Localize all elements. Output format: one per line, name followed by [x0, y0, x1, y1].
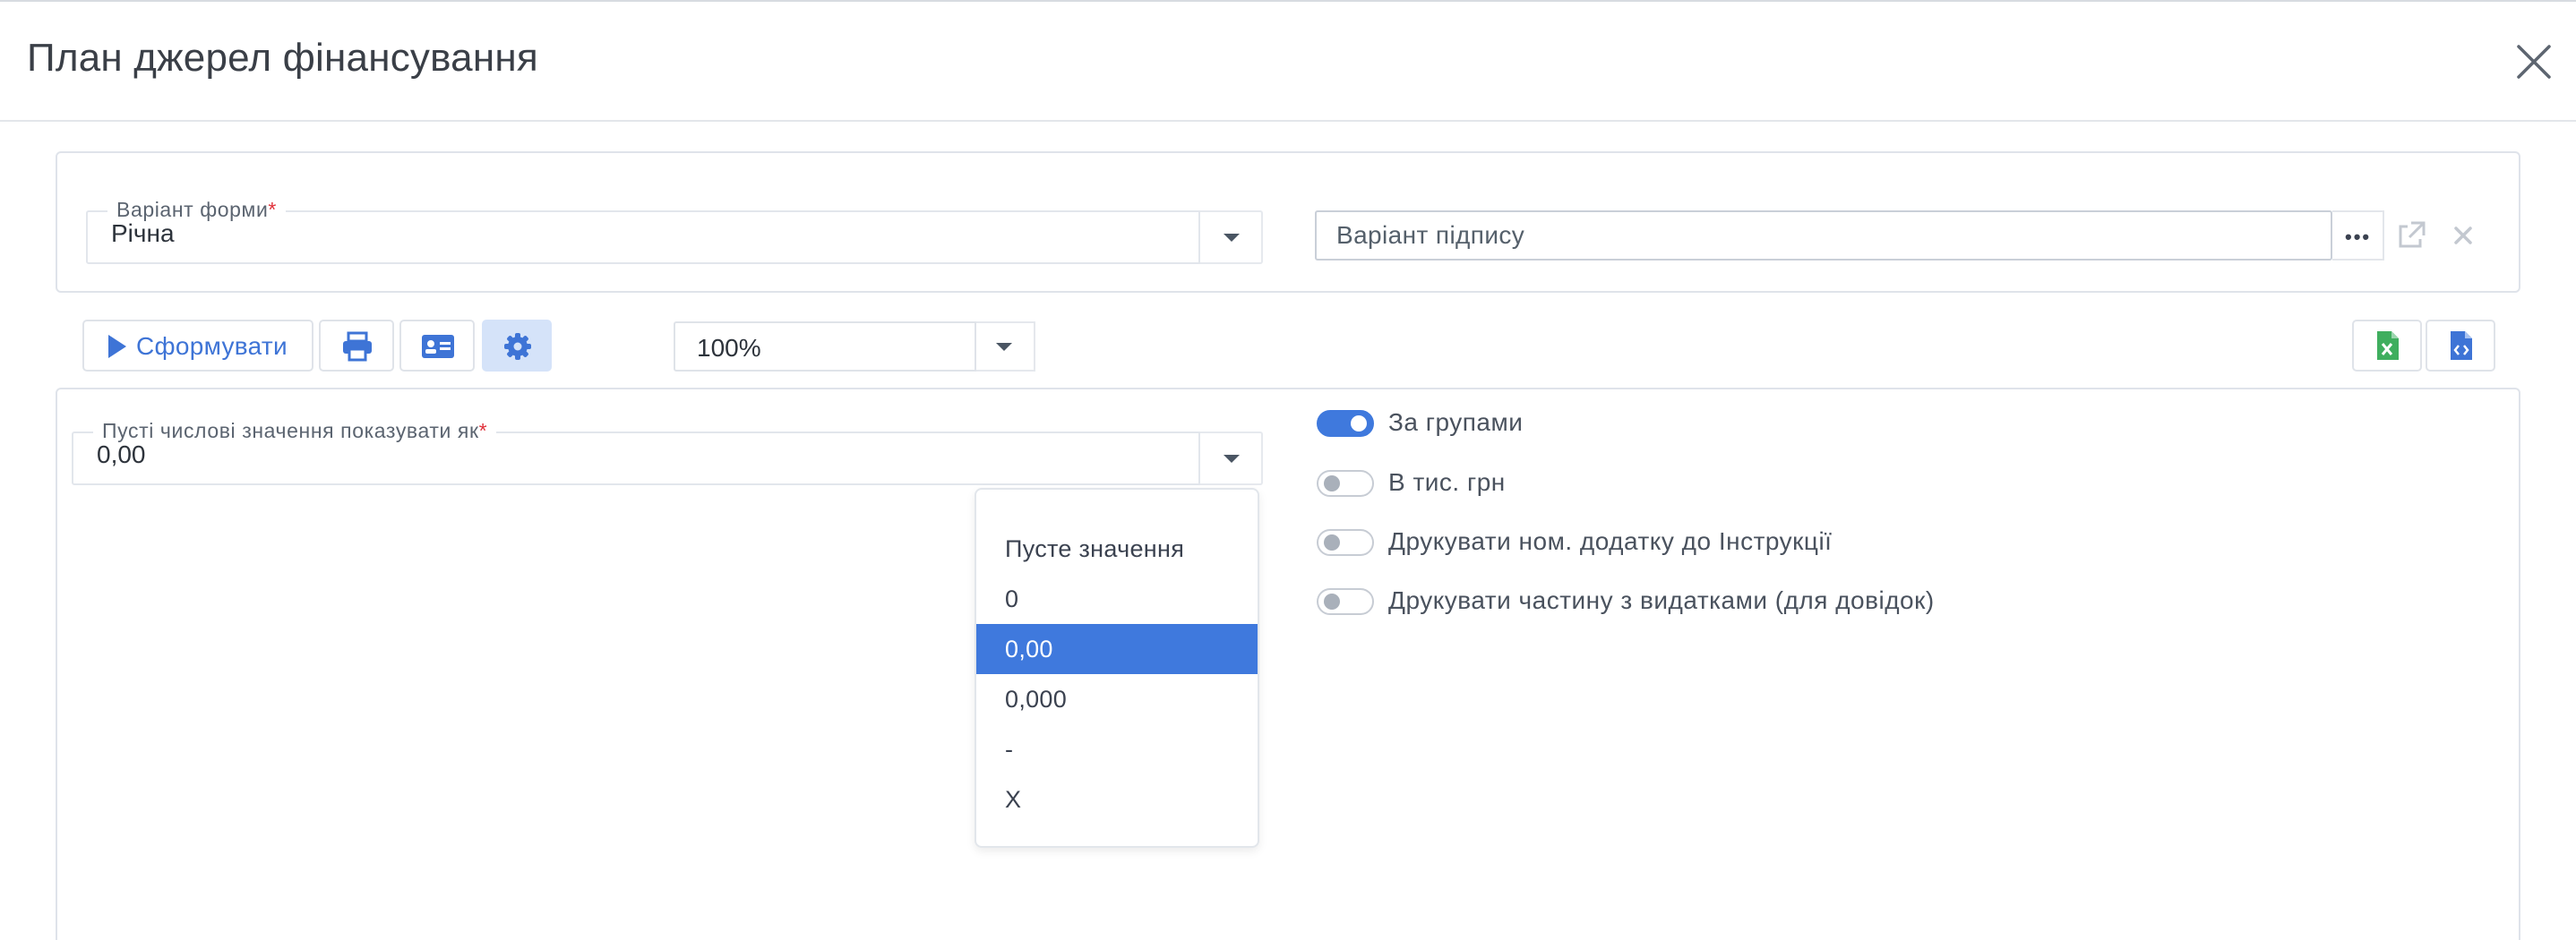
form-variant-label: Варіант форми*	[107, 198, 286, 222]
zoom-dropdown-button[interactable]	[976, 321, 1035, 372]
signature-clear-button[interactable]	[2438, 210, 2488, 261]
id-card-icon	[422, 335, 454, 358]
excel-file-icon	[2377, 331, 2399, 360]
toggle-label: За групами	[1388, 408, 1524, 436]
form-variant-label-text: Варіант форми	[116, 198, 269, 221]
chevron-down-icon	[1224, 234, 1240, 242]
dialog-header: План джерел фінансування	[0, 2, 2576, 122]
empty-values-dropdown-list: Пусте значення 0 0,00 0,000 - X	[975, 488, 1259, 848]
empty-values-dropdown-button[interactable]	[1200, 432, 1263, 485]
open-external-icon	[2399, 221, 2426, 248]
toggle-knob	[1351, 415, 1367, 432]
zoom-value: 100%	[697, 334, 761, 362]
empty-values-label-text: Пусті числові значення показувати як	[102, 419, 479, 442]
generate-button[interactable]: Сформувати	[82, 320, 313, 372]
empty-values-field[interactable]: Пусті числові значення показувати як* 0,…	[72, 419, 1200, 485]
dialog-title: План джерел фінансування	[27, 36, 538, 80]
dropdown-option[interactable]: 0,000	[976, 674, 1258, 724]
toggle-knob	[1324, 534, 1340, 551]
toggle-switch[interactable]	[1317, 588, 1374, 615]
clear-icon	[2454, 226, 2472, 244]
signature-variant-field[interactable]	[1315, 210, 2332, 261]
close-icon	[2517, 45, 2551, 79]
form-variant-field[interactable]: Варіант форми* Річна	[86, 198, 1200, 264]
dropdown-option[interactable]: X	[976, 774, 1258, 825]
id-card-button[interactable]	[399, 320, 475, 372]
chevron-down-icon	[1224, 455, 1240, 463]
toggle-label: Друкувати частину з видатками (для довід…	[1388, 586, 1935, 614]
dropdown-option[interactable]: 0	[976, 574, 1258, 624]
form-variant-dropdown-button[interactable]	[1200, 210, 1263, 264]
zoom-field[interactable]: 100%	[674, 321, 976, 372]
toggle-knob	[1324, 475, 1340, 491]
generate-button-label: Сформувати	[136, 332, 288, 360]
dropdown-option-selected[interactable]: 0,00	[976, 624, 1258, 674]
empty-values-label: Пусті числові значення показувати як*	[93, 419, 497, 443]
form-variant-value: Річна	[111, 219, 175, 247]
export-excel-button[interactable]	[2352, 320, 2422, 372]
toggle-knob	[1324, 594, 1340, 610]
dropdown-option[interactable]: -	[976, 724, 1258, 774]
close-button[interactable]	[2513, 41, 2555, 82]
dropdown-option[interactable]: Пусте значення	[976, 524, 1258, 574]
print-button[interactable]	[319, 320, 394, 372]
settings-button[interactable]	[482, 320, 552, 372]
dialog: План джерел фінансування Варіант форми* …	[0, 0, 2576, 940]
chevron-down-icon	[996, 343, 1012, 351]
signature-select-button[interactable]: •••	[2332, 210, 2384, 261]
required-mark: *	[478, 419, 488, 442]
toggle-switch[interactable]	[1317, 529, 1374, 556]
play-icon	[108, 335, 126, 358]
toggle-label: Друкувати ном. додатку до Інструкції	[1388, 527, 1833, 555]
print-icon	[343, 331, 372, 362]
signature-open-button[interactable]	[2388, 210, 2434, 261]
code-file-icon	[2451, 331, 2472, 360]
empty-values-value: 0,00	[97, 440, 146, 468]
gear-icon	[504, 333, 531, 360]
signature-variant-input[interactable]	[1317, 212, 2331, 259]
required-mark: *	[268, 198, 277, 221]
more-dots-icon: •••	[2345, 226, 2372, 248]
export-code-button[interactable]	[2426, 320, 2495, 372]
toggle-switch[interactable]	[1317, 410, 1374, 437]
toggle-switch[interactable]	[1317, 470, 1374, 497]
toggle-label: В тис. грн	[1388, 468, 1506, 496]
